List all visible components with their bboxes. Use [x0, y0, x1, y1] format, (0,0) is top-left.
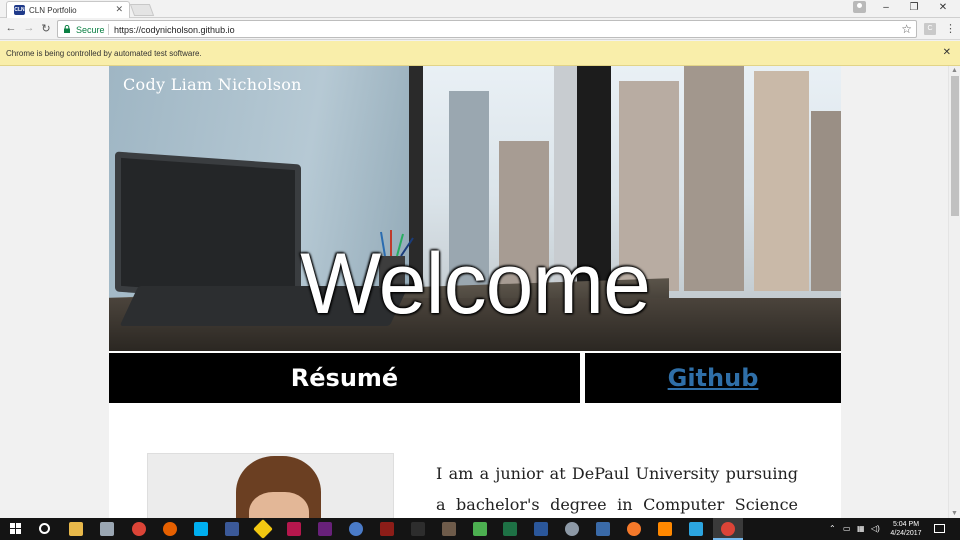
- git-icon[interactable]: [253, 519, 273, 539]
- scroll-thumb[interactable]: [951, 76, 959, 216]
- monitor-icon[interactable]: [596, 522, 610, 536]
- github-link[interactable]: Github: [585, 353, 841, 403]
- clock-date: 4/24/2017: [890, 530, 922, 537]
- scroll-up-icon[interactable]: ▲: [951, 67, 958, 74]
- reload-button[interactable]: ↻: [39, 22, 53, 35]
- cln-favicon-icon: CLN: [14, 5, 25, 15]
- visual-studio-icon[interactable]: [318, 522, 332, 536]
- tab-title: CLN Portfolio: [29, 6, 77, 15]
- firefox-icon[interactable]: [163, 522, 177, 536]
- windows-start-icon[interactable]: [10, 523, 22, 535]
- main-nav: Résumé Github: [109, 353, 841, 403]
- lock-icon: [64, 25, 70, 33]
- store-icon[interactable]: [100, 522, 114, 536]
- extension-icon[interactable]: C: [924, 23, 936, 35]
- resume-link[interactable]: Résumé: [109, 353, 580, 403]
- bio-paragraph: I am a junior at DePaul University pursu…: [436, 464, 798, 514]
- secure-label: Secure: [76, 25, 105, 35]
- word-icon[interactable]: [534, 522, 548, 536]
- back-button[interactable]: ←: [4, 22, 18, 34]
- scroll-down-icon[interactable]: ▼: [951, 510, 958, 517]
- volume-icon[interactable]: ◁): [871, 524, 880, 533]
- taskbar-clock[interactable]: 5:04 PM 4/24/2017: [884, 520, 928, 538]
- browser-tab[interactable]: CLN CLN Portfolio ✕: [6, 1, 130, 18]
- automation-infobar: Chrome is being controlled by automated …: [0, 41, 960, 66]
- notepad-icon[interactable]: [473, 522, 487, 536]
- browser-tab-strip: CLN CLN Portfolio ✕ – ❐ ✕: [0, 0, 960, 18]
- profile-icon[interactable]: [853, 1, 866, 13]
- unity-icon[interactable]: [411, 522, 425, 536]
- chrome-icon[interactable]: [132, 522, 146, 536]
- wireshark-icon[interactable]: [689, 522, 703, 536]
- r-icon[interactable]: [349, 522, 363, 536]
- forward-button[interactable]: →: [22, 22, 36, 34]
- action-center-icon[interactable]: [934, 524, 945, 533]
- chrome-menu-icon[interactable]: ⋮: [945, 22, 956, 35]
- portfolio-page: Cody Liam Nicholson Welcome Résumé Githu…: [109, 66, 841, 518]
- omnibox-divider: [108, 24, 109, 35]
- paint-icon[interactable]: [565, 522, 579, 536]
- window-close-button[interactable]: ✕: [936, 2, 950, 13]
- profile-photo: [147, 453, 394, 518]
- infobar-message: Chrome is being controlled by automated …: [6, 49, 202, 58]
- cortana-icon[interactable]: [39, 523, 50, 534]
- new-tab-button[interactable]: [129, 4, 155, 16]
- bookmark-star-icon[interactable]: ☆: [901, 22, 912, 36]
- network-icon[interactable]: ▦: [857, 524, 865, 533]
- browser-toolbar: ← → ↻ Secure https://codynicholson.githu…: [0, 18, 960, 40]
- battery-icon[interactable]: ▭: [843, 524, 851, 533]
- address-bar[interactable]: Secure https://codynicholson.github.io ☆: [57, 20, 917, 38]
- sublime-icon[interactable]: [380, 522, 394, 536]
- page-scrollbar[interactable]: ▲ ▼: [948, 66, 960, 518]
- tray-chevron-icon[interactable]: ⌃: [829, 524, 836, 533]
- url-text[interactable]: https://codynicholson.github.io: [114, 25, 235, 35]
- welcome-heading: Welcome: [300, 236, 651, 332]
- vlc-icon[interactable]: [658, 522, 672, 536]
- infobar-close-icon[interactable]: ✕: [943, 47, 951, 58]
- minecraft-icon[interactable]: [442, 522, 456, 536]
- minimize-button[interactable]: –: [879, 2, 893, 13]
- clock-time: 5:04 PM: [892, 521, 920, 528]
- site-owner-name: Cody Liam Nicholson: [123, 75, 302, 94]
- restore-button[interactable]: ❐: [907, 2, 921, 13]
- excel-icon[interactable]: [503, 522, 517, 536]
- skype-icon[interactable]: [194, 522, 208, 536]
- blender-icon[interactable]: [627, 522, 641, 536]
- active-chrome-icon: [721, 522, 735, 536]
- hero-banner: Cody Liam Nicholson Welcome: [109, 66, 841, 351]
- page-viewport: Cody Liam Nicholson Welcome Résumé Githu…: [0, 66, 960, 518]
- windows-taskbar: ⌃ ▭ ▦ ◁) 5:04 PM 4/24/2017: [0, 518, 960, 540]
- photo-face: [249, 492, 309, 518]
- remote-desktop-icon[interactable]: [225, 522, 239, 536]
- tab-close-icon[interactable]: ✕: [115, 4, 123, 15]
- taskbar-active-chrome[interactable]: [713, 518, 743, 540]
- jetbrains-icon[interactable]: [287, 522, 301, 536]
- file-explorer-icon[interactable]: [69, 522, 83, 536]
